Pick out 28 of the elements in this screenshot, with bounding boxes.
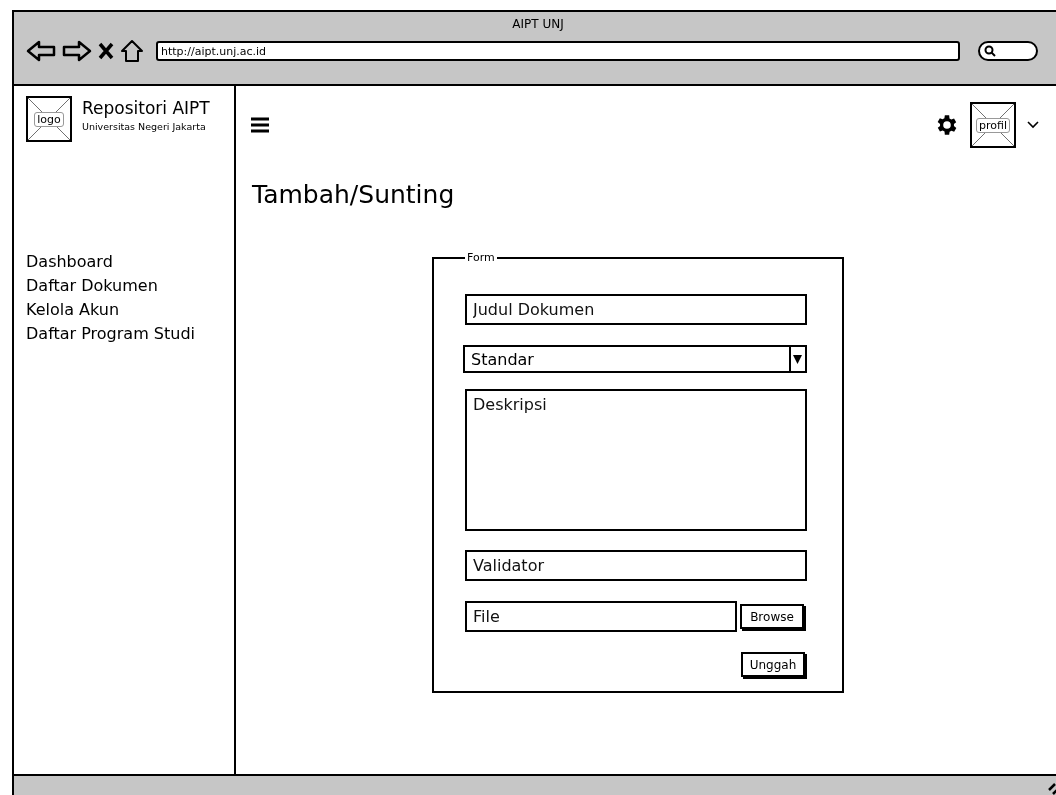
home-icon[interactable] (120, 39, 144, 63)
sidebar-link[interactable]: Daftar Program Studi (26, 324, 234, 343)
text-field[interactable]: Validator (465, 550, 807, 581)
close-icon[interactable] (98, 42, 114, 60)
dropdown-field[interactable]: Standar (463, 345, 807, 373)
address-bar[interactable]: http://aipt.unj.ac.id (156, 41, 960, 61)
placeholder-label: profil (976, 117, 1010, 133)
app-name: Repositori AIPT (82, 98, 210, 118)
menu-icon[interactable] (250, 116, 270, 134)
sidebar-link[interactable]: Daftar Dokumen (26, 276, 234, 295)
search-icon (984, 45, 996, 57)
back-icon[interactable] (26, 40, 56, 62)
upload-button[interactable]: Unggah (741, 652, 805, 677)
text-field[interactable]: Judul Dokumen (465, 294, 807, 325)
sidebar-link[interactable]: Kelola Akun (26, 300, 234, 319)
search-field[interactable] (978, 41, 1038, 61)
app-subtitle: Universitas Negeri Jakarta (82, 121, 207, 132)
sidebar-link[interactable]: Dashboard (26, 252, 234, 271)
forward-icon[interactable] (62, 40, 92, 62)
caret-icon (789, 346, 805, 372)
window-title: AIPT UNJ (512, 16, 564, 33)
form-legend: Form (465, 251, 497, 264)
page-title: Tambah/Sunting (252, 180, 456, 209)
description-field[interactable]: Deskripsi (465, 389, 807, 531)
placeholder-label: logo (34, 111, 64, 127)
chevron-down-icon[interactable] (1026, 120, 1040, 130)
file-field[interactable]: File (465, 601, 737, 632)
browse-button[interactable]: Browse (740, 604, 804, 629)
